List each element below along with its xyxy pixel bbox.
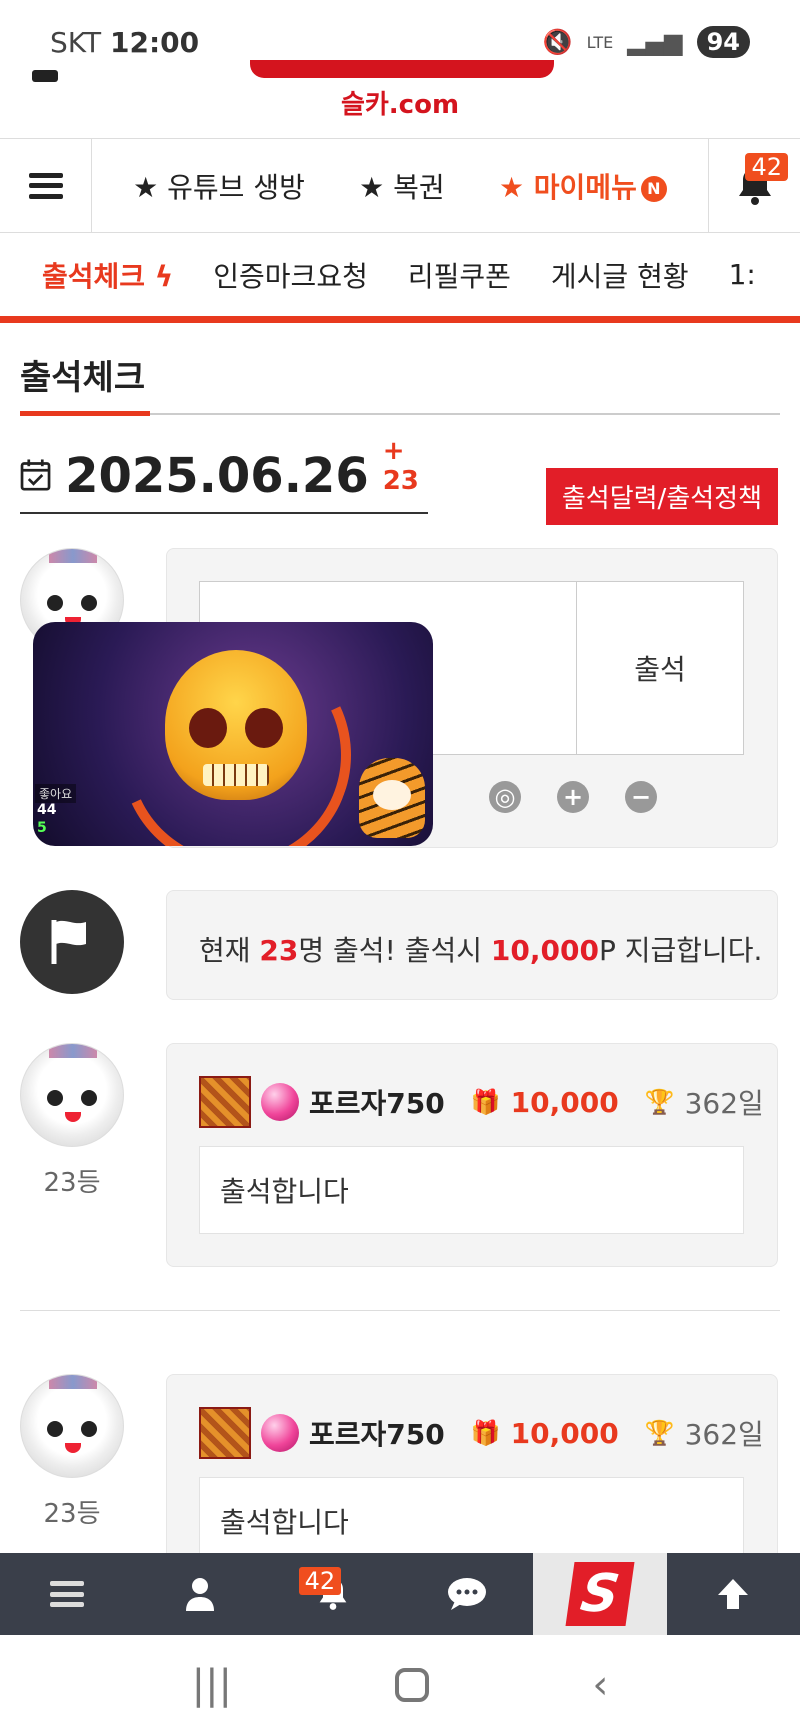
nav-links: ★ 유튜브 생방 ★ 복권 ★ 마이메뉴 N	[92, 166, 708, 206]
entry-comment: 출석합니다	[199, 1477, 744, 1565]
carrier: SKT	[50, 26, 102, 59]
flag-icon	[51, 920, 86, 964]
bottom-chat-button[interactable]	[400, 1553, 533, 1635]
pink-ball-icon	[261, 1083, 299, 1121]
network-type: LTE	[586, 32, 614, 52]
menu-dash-icon	[32, 70, 58, 82]
status-left: SKT 12:00	[50, 26, 199, 59]
mute-icon: 🔇	[542, 28, 573, 56]
user-icon	[185, 1578, 214, 1611]
nav-lottery[interactable]: ★ 복권	[359, 166, 445, 206]
entry-meta: 포르자750 🎁 10,000 🏆 362일	[199, 1407, 764, 1459]
top-nav: ★ 유튜브 생방 ★ 복권 ★ 마이메뉴 N 42	[0, 138, 800, 233]
date-row: 2025.06.26 + 23	[20, 436, 428, 514]
video-label: 좋아요	[35, 784, 77, 803]
main-menu-button[interactable]	[0, 139, 92, 232]
home-icon[interactable]	[395, 1667, 430, 1702]
floating-video[interactable]: 좋아요 44 5	[33, 622, 433, 846]
attendance-date: 2025.06.26	[65, 448, 369, 504]
notification-count-badge: 42	[745, 153, 788, 181]
attendance-notice: 현재 23명 출석! 출석시 10,000P 지급합니다.	[199, 929, 762, 969]
back-icon[interactable]: ‹	[592, 1662, 608, 1708]
entry-points: 10,000	[510, 1085, 619, 1119]
entry-nickname[interactable]: 포르자750	[309, 1413, 445, 1453]
hamburger-icon	[49, 1581, 84, 1607]
flag-badge	[20, 890, 124, 994]
entry-divider	[20, 1310, 780, 1311]
site-logo[interactable]: 슬카.com	[0, 60, 800, 138]
tab-attendance[interactable]: 출석체크 ϟ	[42, 255, 173, 295]
notice-middle: 명 출석! 출석시	[298, 934, 491, 967]
entry-avatar[interactable]	[20, 1374, 124, 1478]
bottom-notification-badge: 42	[298, 1567, 342, 1595]
trophy-icon: 🏆	[644, 1088, 675, 1116]
sub-nav: 출석체크 ϟ 인증마크요청 리필쿠폰 게시글 현황 1:	[0, 233, 800, 323]
recent-apps-icon[interactable]: |||	[192, 1662, 232, 1708]
compass-icon[interactable]: ◎	[489, 781, 521, 813]
signal-icon: ▂▄▆	[627, 28, 683, 56]
nav-my-menu-label: ★ 마이메뉴	[498, 170, 637, 204]
minus-icon[interactable]: −	[625, 781, 657, 813]
logo-subtitle: 슬카.com	[340, 90, 460, 120]
bottom-logo-button[interactable]: S	[533, 1553, 667, 1635]
tiger-image	[359, 758, 425, 838]
tab-post-status[interactable]: 게시글 현황	[551, 255, 689, 295]
golden-skull-image	[165, 650, 307, 800]
tab-certification-request[interactable]: 인증마크요청	[213, 255, 368, 295]
nav-youtube-live[interactable]: ★ 유튜브 생방	[133, 166, 305, 206]
lightning-icon: ϟ	[154, 259, 174, 293]
trophy-icon: 🏆	[644, 1419, 675, 1447]
scroll-top-button[interactable]	[667, 1553, 800, 1635]
attendance-notice-card: 현재 23명 출석! 출석시 10,000P 지급합니다.	[166, 890, 778, 1000]
chat-icon	[447, 1578, 486, 1610]
tab-refill-coupon[interactable]: 리필쿠폰	[408, 255, 511, 295]
logo-banner	[250, 60, 554, 78]
system-nav: ||| ‹	[0, 1635, 800, 1734]
entry-rank: 23등	[43, 1168, 101, 1198]
hamburger-icon	[28, 172, 63, 199]
entry-days: 362일	[684, 1418, 764, 1451]
arrow-up-icon	[718, 1579, 749, 1609]
new-badge: N	[640, 175, 667, 202]
entry-days: 362일	[684, 1087, 764, 1120]
attendance-count: + 23	[382, 436, 419, 496]
attend-button[interactable]: 출석	[577, 582, 743, 754]
entry-points: 10,000	[510, 1416, 619, 1450]
list-item: 포르자750 🎁 10,000 🏆 362일 출석합니다	[166, 1043, 778, 1267]
notice-prefix: 현재	[199, 934, 260, 967]
notifications-button[interactable]: 42	[708, 139, 800, 232]
bottom-notifications-button[interactable]: 42	[267, 1553, 400, 1635]
entry-rank: 23등	[43, 1499, 101, 1529]
video-number-1: 44	[37, 802, 57, 818]
bottom-user-button[interactable]	[133, 1553, 266, 1635]
title-accent	[20, 411, 150, 416]
entry-avatar[interactable]	[20, 1043, 124, 1147]
editor-tools: ◎ + −	[489, 781, 657, 813]
tab-one-on-one[interactable]: 1:	[729, 258, 756, 291]
plus-icon[interactable]: +	[557, 781, 589, 813]
notice-count: 23	[259, 934, 299, 967]
clock: 12:00	[109, 26, 200, 59]
entry-meta: 포르자750 🎁 10,000 🏆 362일	[199, 1076, 764, 1128]
status-right: 🔇 LTE ▂▄▆ 94	[543, 26, 750, 58]
battery-level: 94	[696, 26, 750, 58]
nav-my-menu[interactable]: ★ 마이메뉴 N	[499, 166, 667, 206]
notice-points: 10,000	[490, 934, 599, 967]
gift-icon: 🎁	[470, 1419, 501, 1447]
notice-suffix: P 지급합니다.	[598, 934, 763, 967]
page-title: 출석체크	[20, 358, 146, 398]
level-icon	[199, 1407, 251, 1459]
attendance-calendar-button[interactable]: 출석달력/출석정책	[545, 468, 778, 525]
entry-comment: 출석합니다	[199, 1146, 744, 1234]
gift-icon: 🎁	[470, 1088, 501, 1116]
tab-attendance-label: 출석체크	[42, 259, 146, 293]
bottom-bar: 42 S	[0, 1553, 800, 1635]
video-number-2: 5	[37, 820, 47, 836]
calendar-check-icon	[20, 459, 51, 491]
bottom-menu-button[interactable]	[0, 1553, 133, 1635]
s-logo: S	[565, 1562, 635, 1626]
level-icon	[199, 1076, 251, 1128]
entry-nickname[interactable]: 포르자750	[309, 1082, 445, 1122]
pink-ball-icon	[261, 1414, 299, 1452]
